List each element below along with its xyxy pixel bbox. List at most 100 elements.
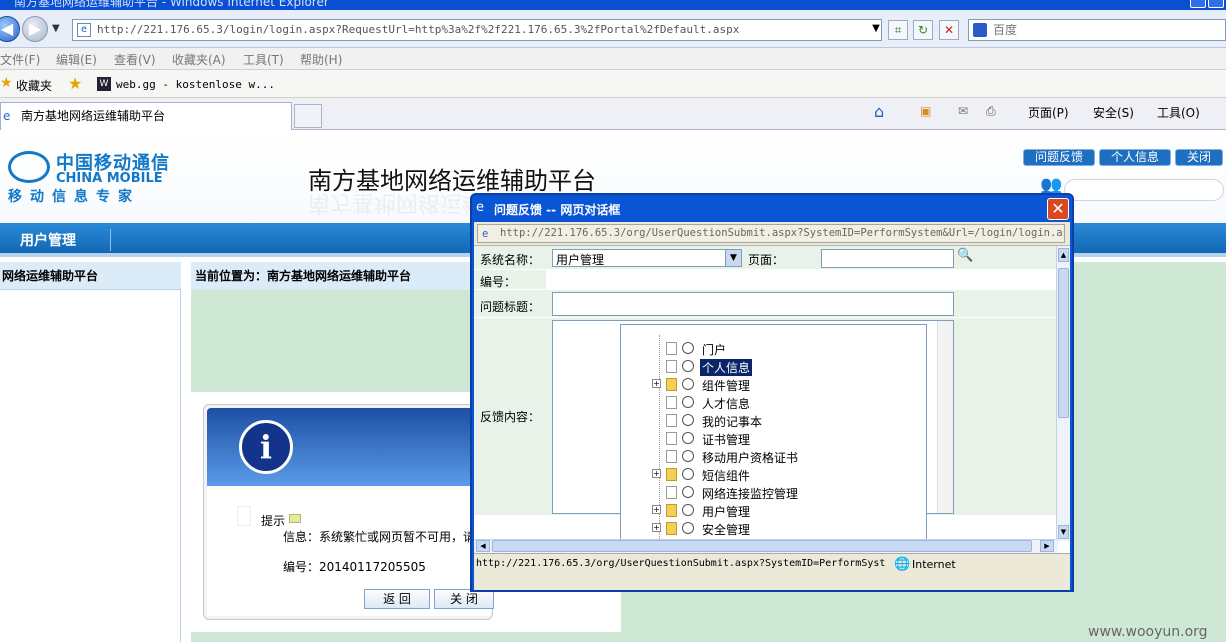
address-input[interactable]: e http://221.176.65.3/login/login.aspx?R… [72, 19, 882, 41]
menu-view[interactable]: 查看(V) [114, 51, 156, 68]
tree-radio[interactable] [682, 342, 694, 354]
scroll-right-icon[interactable]: ▶ [1040, 540, 1054, 552]
back-page-button[interactable]: 返 回 [364, 589, 430, 609]
page-icon [666, 396, 677, 409]
tree-item-label: 移动用户资格证书 [702, 451, 799, 465]
tree-item-label: 安全管理 [702, 523, 751, 537]
tree-item-label: 个人信息 [700, 359, 753, 376]
question-title-input[interactable] [552, 292, 954, 316]
history-dropdown-icon[interactable]: ▼ [52, 23, 60, 34]
tree-radio[interactable] [682, 468, 694, 480]
tree-radio[interactable] [682, 504, 694, 516]
tree-item[interactable]: 个人信息 [664, 358, 904, 376]
content-area-bottom [191, 632, 621, 642]
expand-icon[interactable]: + [652, 505, 661, 514]
folder-icon [666, 468, 677, 481]
maximize-button[interactable] [1208, 0, 1224, 8]
tree-item[interactable]: 网络连接监控管理 [664, 484, 904, 502]
tree-item[interactable]: 人才信息 [664, 394, 904, 412]
tree-radio[interactable] [682, 486, 694, 498]
new-tab-button[interactable] [294, 104, 322, 128]
tree-item[interactable]: + 组件管理 [652, 376, 904, 394]
textarea-scrollbar[interactable] [937, 321, 953, 513]
close-page-button[interactable]: 关 闭 [434, 589, 494, 609]
tab-bar: e 南方基地网络运维辅助平台 ⌂ ▣ ✉ ⎙ 页面(P) 安全(S) 工具(O) [0, 98, 1226, 130]
menu-help[interactable]: 帮助(H) [300, 51, 342, 68]
tree-item[interactable]: 门户 [664, 340, 904, 358]
search-input[interactable]: 百度 [968, 19, 1226, 41]
refresh-icon[interactable]: ↻ [913, 20, 933, 40]
expand-icon[interactable]: + [652, 469, 661, 478]
menu-file[interactable]: 文件(F) [0, 51, 40, 68]
tree-radio[interactable] [682, 396, 694, 408]
system-select[interactable]: 用户管理 ▼ [552, 249, 742, 267]
feedback-button[interactable]: 问题反馈 [1023, 149, 1095, 166]
tree-item-label: 证书管理 [702, 433, 751, 447]
breadcrumb: 当前位置为：南方基地网络运维辅助平台 [191, 262, 481, 290]
stop-icon[interactable]: ✕ [939, 20, 959, 40]
tree-item-label: 短信组件 [702, 469, 751, 483]
home-icon[interactable]: ⌂ [874, 102, 884, 121]
mail-icon[interactable]: ✉ [958, 104, 968, 118]
menu-tools[interactable]: 工具(T) [243, 51, 284, 68]
tree-radio[interactable] [682, 450, 694, 462]
tree-radio[interactable] [682, 432, 694, 444]
address-dropdown-icon[interactable]: ▼ [866, 20, 886, 40]
logo-mark-icon [8, 151, 50, 183]
folder-icon [666, 378, 677, 391]
back-button[interactable]: ◀ [0, 16, 20, 42]
expand-icon[interactable]: + [652, 379, 661, 388]
dialog-close-button[interactable]: ✕ [1047, 198, 1069, 220]
dialog-vscrollbar[interactable]: ▲ ▼ [1056, 246, 1070, 541]
compat-view-icon[interactable]: ⌗ [888, 20, 908, 40]
menu-edit[interactable]: 编辑(E) [56, 51, 97, 68]
tree-radio[interactable] [682, 360, 694, 372]
system-row: 系统名称： 用户管理 ▼ 页面： 🔍 [474, 246, 1058, 270]
scroll-left-icon[interactable]: ◀ [476, 540, 490, 552]
favorites-button[interactable]: 收藏夹 [16, 77, 52, 94]
scroll-up-icon[interactable]: ▲ [1058, 248, 1069, 262]
error-message-box: i 提示 信息：系统繁忙或网页暂不可用，请 编号：20140117205505 … [203, 404, 494, 620]
feeds-icon[interactable]: ▣ [920, 104, 931, 118]
page-menu[interactable]: 页面(P) [1028, 104, 1069, 121]
content-area-right [1073, 262, 1226, 642]
tree-item-label: 组件管理 [702, 379, 751, 393]
expand-icon[interactable]: + [652, 523, 661, 532]
safety-menu[interactable]: 安全(S) [1093, 104, 1134, 121]
tree-item[interactable]: + 短信组件 [652, 466, 904, 484]
tree-item[interactable]: 证书管理 [664, 430, 904, 448]
tree-item[interactable]: 移动用户资格证书 [664, 448, 904, 466]
dialog-address: e http://221.176.65.3/org/UserQuestionSu… [477, 224, 1065, 243]
forward-button[interactable]: ▶ [22, 16, 48, 42]
dialog-content: 系统名称： 用户管理 ▼ 页面： 🔍 编号： 问题标题： 反馈内容： 门户个人信… [474, 246, 1070, 553]
menu-favorites[interactable]: 收藏夹(A) [172, 51, 226, 68]
tree-item[interactable]: + 安全管理 [652, 520, 904, 538]
watermark: www.wooyun.org [1088, 624, 1208, 640]
minimize-button[interactable] [1190, 0, 1206, 8]
tree-item-label: 人才信息 [702, 397, 751, 411]
tools-menu[interactable]: 工具(O) [1157, 104, 1200, 121]
close-site-button[interactable]: 关闭 [1175, 149, 1223, 166]
tree-item[interactable]: + 用户管理 [652, 502, 904, 520]
menu-bar: 文件(F) 编辑(E) 查看(V) 收藏夹(A) 工具(T) 帮助(H) [0, 48, 1226, 70]
tree-radio[interactable] [682, 414, 694, 426]
dialog-title: 问题反馈 -- 网页对话框 [494, 203, 621, 217]
favorites-star-icon: ★ [0, 75, 13, 91]
vscroll-thumb[interactable] [1058, 268, 1069, 418]
favorite-link[interactable]: web.gg - kostenlose w... [116, 78, 275, 91]
scroll-down-icon[interactable]: ▼ [1058, 525, 1069, 539]
tree-item[interactable]: 我的记事本 [664, 412, 904, 430]
nav-user-management[interactable]: 用户管理 [20, 230, 76, 250]
tree-radio[interactable] [682, 378, 694, 390]
tree-radio[interactable] [682, 522, 694, 534]
hscroll-thumb[interactable] [492, 540, 1032, 552]
profile-button[interactable]: 个人信息 [1099, 149, 1171, 166]
print-icon[interactable]: ⎙ [986, 104, 996, 119]
site-favicon: W [97, 77, 111, 91]
nav-divider [110, 229, 111, 251]
dialog-hscrollbar[interactable]: ◀ ▶ [474, 539, 1058, 553]
page-search-icon[interactable]: 🔍 [957, 248, 973, 263]
add-favorite-icon[interactable]: ★ [68, 74, 82, 93]
tab-active[interactable]: e 南方基地网络运维辅助平台 [0, 102, 292, 130]
page-input[interactable] [821, 249, 954, 268]
